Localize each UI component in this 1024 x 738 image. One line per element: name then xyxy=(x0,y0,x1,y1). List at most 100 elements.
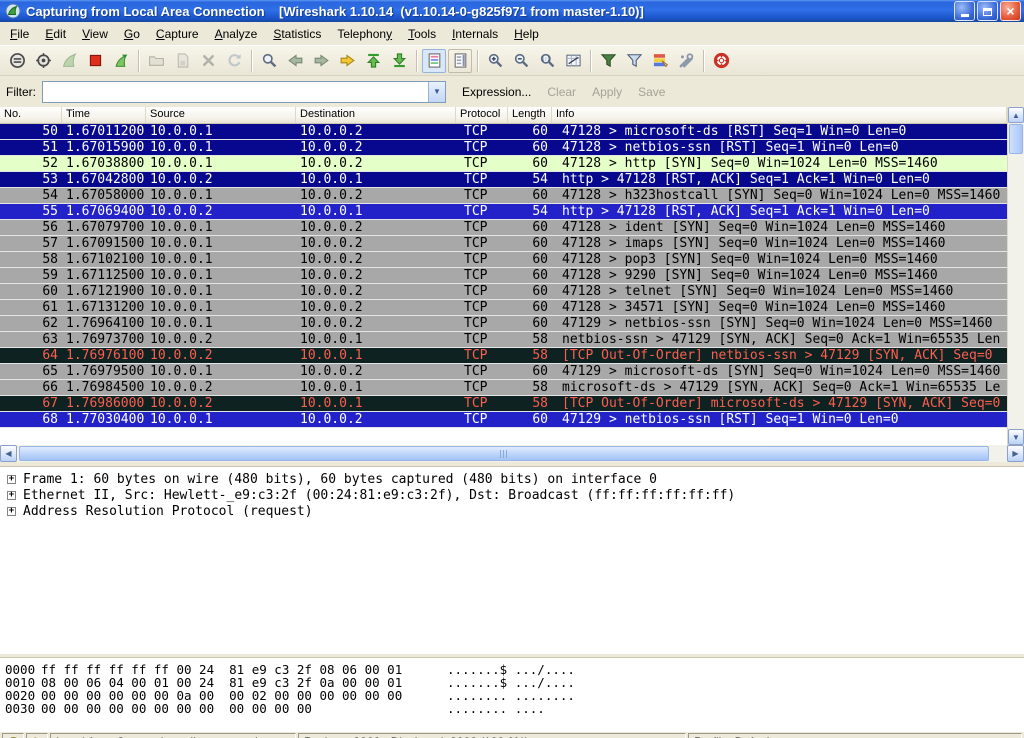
packet-row[interactable]: 631.7697370010.0.0.210.0.0.1TCP58netbios… xyxy=(0,332,1007,348)
colorize-button[interactable] xyxy=(422,49,446,73)
capture-filters-button[interactable] xyxy=(596,49,620,73)
packet-row[interactable]: 641.7697610010.0.0.210.0.0.1TCP58[TCP Ou… xyxy=(0,348,1007,364)
cell-src: 10.0.0.1 xyxy=(146,300,296,315)
column-header-length[interactable]: Length xyxy=(508,107,552,123)
horizontal-scroll-thumb[interactable] xyxy=(19,446,989,461)
packet-row[interactable]: 621.7696410010.0.0.110.0.0.2TCP6047129 >… xyxy=(0,316,1007,332)
menu-telephony[interactable]: Telephony xyxy=(329,23,400,45)
packet-row[interactable]: 671.7698600010.0.0.210.0.0.1TCP58[TCP Ou… xyxy=(0,396,1007,412)
menu-tools[interactable]: Tools xyxy=(400,23,444,45)
packet-row[interactable]: 561.6707970010.0.0.110.0.0.2TCP6047128 >… xyxy=(0,220,1007,236)
minimize-button[interactable] xyxy=(954,1,975,21)
scroll-left-button[interactable]: ◀ xyxy=(0,445,17,462)
cell-proto: TCP xyxy=(456,284,508,299)
packet-row[interactable]: 651.7697950010.0.0.110.0.0.2TCP6047129 >… xyxy=(0,364,1007,380)
vertical-scrollbar[interactable]: ▲ ▼ xyxy=(1007,107,1024,445)
detail-row[interactable]: +Frame 1: 60 bytes on wire (480 bits), 6… xyxy=(0,471,1024,487)
scroll-up-button[interactable]: ▲ xyxy=(1008,107,1024,123)
close-file-button[interactable] xyxy=(196,49,220,73)
menu-capture[interactable]: Capture xyxy=(148,23,207,45)
open-file-button[interactable] xyxy=(144,49,168,73)
detail-row[interactable]: +Ethernet II, Src: Hewlett-_e9:c3:2f (00… xyxy=(0,487,1024,503)
save-button[interactable]: Save xyxy=(638,85,665,99)
column-header-source[interactable]: Source xyxy=(146,107,296,123)
menu-internals[interactable]: Internals xyxy=(444,23,506,45)
packet-row[interactable]: 541.6705800010.0.0.110.0.0.2TCP6047128 >… xyxy=(0,188,1007,204)
packet-row[interactable]: 501.6701120010.0.0.110.0.0.2TCP6047128 >… xyxy=(0,124,1007,140)
capture-stop-button[interactable] xyxy=(83,49,107,73)
expander-icon[interactable]: + xyxy=(7,507,16,516)
capture-options-button[interactable] xyxy=(31,49,55,73)
scroll-down-button[interactable]: ▼ xyxy=(1008,429,1024,445)
expander-icon[interactable]: + xyxy=(7,491,16,500)
packet-row[interactable]: 551.6706940010.0.0.210.0.0.1TCP54http > … xyxy=(0,204,1007,220)
menu-view[interactable]: View xyxy=(74,23,116,45)
cell-proto: TCP xyxy=(456,124,508,139)
coloring-rules-button[interactable] xyxy=(648,49,672,73)
go-forward-button[interactable] xyxy=(309,49,333,73)
reload-button[interactable] xyxy=(222,49,246,73)
column-header-protocol[interactable]: Protocol xyxy=(456,107,508,123)
menu-file[interactable]: File xyxy=(2,23,37,45)
menu-statistics[interactable]: Statistics xyxy=(265,23,329,45)
find-packet-button[interactable] xyxy=(257,49,281,73)
cell-dst: 10.0.0.1 xyxy=(296,396,456,411)
save-file-button[interactable] xyxy=(170,49,194,73)
packet-row[interactable]: 591.6711250010.0.0.110.0.0.2TCP6047128 >… xyxy=(0,268,1007,284)
packet-counts-text: Packets: 3066 · Displayed: 3066 (100.0%) xyxy=(298,733,686,738)
go-top-button[interactable] xyxy=(361,49,385,73)
vertical-scroll-track[interactable] xyxy=(1008,155,1024,429)
packet-row[interactable]: 511.6701590010.0.0.110.0.0.2TCP6047128 >… xyxy=(0,140,1007,156)
menu-go[interactable]: Go xyxy=(116,23,148,45)
vertical-scroll-thumb[interactable] xyxy=(1009,124,1023,154)
expander-icon[interactable]: + xyxy=(7,475,16,484)
close-button[interactable]: × xyxy=(1000,1,1021,21)
clear-button[interactable]: Clear xyxy=(547,85,576,99)
display-filters-icon xyxy=(626,52,643,69)
close-icon: × xyxy=(1006,3,1014,19)
filter-input[interactable] xyxy=(43,82,428,102)
column-header-info[interactable]: Info xyxy=(552,107,1007,123)
autoscroll-button[interactable] xyxy=(448,49,472,73)
zoom-normal-button[interactable]: 1:1 xyxy=(535,49,559,73)
packet-row[interactable]: 681.7703040010.0.0.110.0.0.2TCP6047129 >… xyxy=(0,412,1007,428)
menu-analyze[interactable]: Analyze xyxy=(207,23,266,45)
display-filters-button[interactable] xyxy=(622,49,646,73)
horizontal-scrollbar[interactable]: ◀ ▶ xyxy=(0,445,1024,462)
capture-options-icon xyxy=(35,52,52,69)
capture-restart-button[interactable] xyxy=(109,49,133,73)
column-header-time[interactable]: Time xyxy=(62,107,146,123)
go-bottom-button[interactable] xyxy=(387,49,411,73)
menu-edit[interactable]: Edit xyxy=(37,23,74,45)
column-header-destination[interactable]: Destination xyxy=(296,107,456,123)
cell-info: 47128 > http [SYN] Seq=0 Win=1024 Len=0 … xyxy=(552,156,1007,171)
packet-row[interactable]: 601.6712190010.0.0.110.0.0.2TCP6047128 >… xyxy=(0,284,1007,300)
go-back-button[interactable] xyxy=(283,49,307,73)
detail-row[interactable]: +Address Resolution Protocol (request) xyxy=(0,503,1024,519)
scroll-right-button[interactable]: ▶ xyxy=(1007,445,1024,462)
packet-row[interactable]: 661.7698450010.0.0.210.0.0.1TCP58microso… xyxy=(0,380,1007,396)
capture-comment-button[interactable]: ✎ xyxy=(26,733,48,738)
packet-row[interactable]: 581.6710210010.0.0.110.0.0.2TCP6047128 >… xyxy=(0,252,1007,268)
restore-button[interactable] xyxy=(977,1,998,21)
packet-row[interactable]: 611.6713120010.0.0.110.0.0.2TCP6047128 >… xyxy=(0,300,1007,316)
help-button[interactable] xyxy=(709,49,733,73)
cell-len: 60 xyxy=(508,236,552,251)
horizontal-scroll-track[interactable] xyxy=(991,445,1007,462)
zoom-in-button[interactable] xyxy=(483,49,507,73)
packet-row[interactable]: 571.6709150010.0.0.110.0.0.2TCP6047128 >… xyxy=(0,236,1007,252)
capture-start-button[interactable] xyxy=(57,49,81,73)
filter-dropdown-button[interactable]: ▼ xyxy=(428,82,445,102)
preferences-button[interactable] xyxy=(674,49,698,73)
zoom-out-button[interactable] xyxy=(509,49,533,73)
resize-columns-button[interactable] xyxy=(561,49,585,73)
list-interfaces-button[interactable] xyxy=(5,49,29,73)
go-to-packet-button[interactable] xyxy=(335,49,359,73)
menu-help[interactable]: Help xyxy=(506,23,547,45)
apply-button[interactable]: Apply xyxy=(592,85,622,99)
packet-row[interactable]: 521.6703880010.0.0.110.0.0.2TCP6047128 >… xyxy=(0,156,1007,172)
expert-info-button[interactable] xyxy=(2,733,24,738)
expression-button[interactable]: Expression... xyxy=(462,85,531,99)
column-header-no[interactable]: No. xyxy=(0,107,62,123)
packet-row[interactable]: 531.6704280010.0.0.210.0.0.1TCP54http > … xyxy=(0,172,1007,188)
